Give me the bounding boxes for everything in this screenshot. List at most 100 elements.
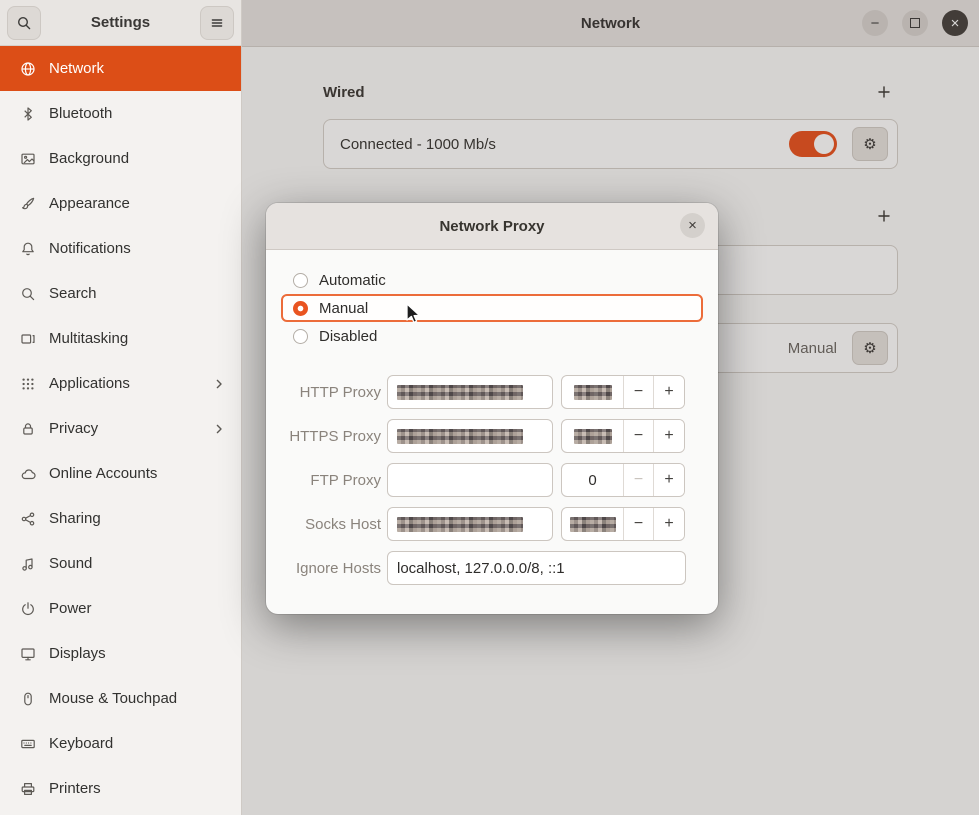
http-port-spinner: − +: [561, 375, 685, 409]
socks-host-label: Socks Host: [281, 516, 381, 533]
proxy-mode-manual[interactable]: Manual: [281, 294, 703, 322]
network-globe-icon: [20, 61, 36, 77]
sidebar-item-label: Appearance: [49, 195, 130, 212]
redacted-value: [574, 385, 612, 400]
https-port-decrement-button[interactable]: −: [624, 420, 654, 452]
socks-port-spinner: − +: [561, 507, 685, 541]
http-proxy-input[interactable]: [387, 375, 553, 409]
printer-icon: [20, 781, 36, 797]
sidebar-item-appearance[interactable]: Appearance: [0, 181, 241, 226]
sidebar-list: Network Bluetooth Background Appearance …: [0, 46, 241, 815]
proxy-mode-automatic[interactable]: Automatic: [281, 266, 703, 294]
ftp-proxy-input[interactable]: [387, 463, 553, 497]
sidebar-item-label: Multitasking: [49, 330, 128, 347]
https-proxy-label: HTTPS Proxy: [281, 428, 381, 445]
sidebar-item-label: Sound: [49, 555, 92, 572]
https-port-value[interactable]: [562, 420, 624, 452]
search-magnifier-icon: [20, 286, 36, 302]
sidebar-item-label: Background: [49, 150, 129, 167]
power-icon: [20, 601, 36, 617]
gnome-settings-window: Settings Network Bluetooth Background Ap…: [0, 0, 979, 815]
socks-port-decrement-button[interactable]: −: [624, 508, 654, 540]
port-value-text: 0: [588, 472, 596, 489]
https-port-increment-button[interactable]: +: [654, 420, 684, 452]
sidebar-item-multitasking[interactable]: Multitasking: [0, 316, 241, 361]
main-pane: Network − × Wired Connected - 1000 Mb/s …: [242, 0, 979, 815]
sidebar-item-displays[interactable]: Displays: [0, 631, 241, 676]
sidebar-item-mouse-touchpad[interactable]: Mouse & Touchpad: [0, 676, 241, 721]
mode-label: Manual: [319, 300, 368, 317]
sidebar-item-label: Power: [49, 600, 92, 617]
socks-host-input[interactable]: [387, 507, 553, 541]
ignore-hosts-input[interactable]: localhost, 127.0.0.0/8, ::1: [387, 551, 686, 585]
sidebar-item-label: Bluetooth: [49, 105, 112, 122]
sidebar-item-printers[interactable]: Printers: [0, 766, 241, 811]
sidebar-item-network[interactable]: Network: [0, 46, 241, 91]
dialog-body: Automatic Manual Disabled HTTP Proxy: [266, 250, 718, 614]
ftp-proxy-row: FTP Proxy 0 − +: [281, 463, 703, 497]
proxy-mode-disabled[interactable]: Disabled: [281, 322, 703, 350]
primary-menu-button[interactable]: [200, 6, 234, 40]
socks-port-value[interactable]: [562, 508, 624, 540]
socks-port-increment-button[interactable]: +: [654, 508, 684, 540]
sidebar-item-label: Online Accounts: [49, 465, 157, 482]
http-proxy-row: HTTP Proxy − +: [281, 375, 703, 409]
sidebar-item-label: Applications: [49, 375, 130, 392]
https-proxy-input[interactable]: [387, 419, 553, 453]
sidebar-item-search[interactable]: Search: [0, 271, 241, 316]
dialog-close-button[interactable]: ×: [680, 213, 705, 238]
sidebar-item-label: Keyboard: [49, 735, 113, 752]
multitasking-windows-icon: [20, 331, 36, 347]
ftp-port-value[interactable]: 0: [562, 464, 624, 496]
close-icon: ×: [688, 218, 697, 233]
keyboard-icon: [20, 736, 36, 752]
sidebar-item-applications[interactable]: Applications: [0, 361, 241, 406]
proxy-form: HTTP Proxy − + HTTPS Proxy −: [281, 375, 703, 585]
appearance-brush-icon: [20, 196, 36, 212]
sidebar-item-label: Notifications: [49, 240, 131, 257]
mode-label: Automatic: [319, 272, 386, 289]
https-port-spinner: − +: [561, 419, 685, 453]
ignore-hosts-value: localhost, 127.0.0.0/8, ::1: [397, 560, 565, 577]
sidebar-item-power[interactable]: Power: [0, 586, 241, 631]
sidebar-item-privacy[interactable]: Privacy: [0, 406, 241, 451]
chevron-right-icon: [211, 376, 227, 392]
sidebar-item-notifications[interactable]: Notifications: [0, 226, 241, 271]
sidebar-item-keyboard[interactable]: Keyboard: [0, 721, 241, 766]
sidebar-item-sound[interactable]: Sound: [0, 541, 241, 586]
sidebar-item-label: Search: [49, 285, 97, 302]
ftp-port-spinner: 0 − +: [561, 463, 685, 497]
sidebar-item-label: Printers: [49, 780, 101, 797]
applications-grid-icon: [20, 376, 36, 392]
ftp-port-decrement-button[interactable]: −: [624, 464, 654, 496]
ftp-proxy-label: FTP Proxy: [281, 472, 381, 489]
radio-unchecked-icon: [293, 329, 308, 344]
http-port-decrement-button[interactable]: −: [624, 376, 654, 408]
sharing-nodes-icon: [20, 511, 36, 527]
sidebar-item-label: Mouse & Touchpad: [49, 690, 177, 707]
ignore-hosts-label: Ignore Hosts: [281, 560, 381, 577]
displays-monitor-icon: [20, 646, 36, 662]
sidebar: Settings Network Bluetooth Background Ap…: [0, 0, 242, 815]
redacted-value: [570, 517, 616, 532]
sidebar-item-bluetooth[interactable]: Bluetooth: [0, 91, 241, 136]
dialog-titlebar[interactable]: Network Proxy ×: [266, 203, 718, 250]
redacted-value: [397, 517, 523, 532]
sidebar-item-sharing[interactable]: Sharing: [0, 496, 241, 541]
redacted-value: [397, 429, 523, 444]
sidebar-item-online-accounts[interactable]: Online Accounts: [0, 451, 241, 496]
sidebar-item-background[interactable]: Background: [0, 136, 241, 181]
socks-host-row: Socks Host − +: [281, 507, 703, 541]
ftp-port-increment-button[interactable]: +: [654, 464, 684, 496]
privacy-lock-icon: [20, 421, 36, 437]
http-port-increment-button[interactable]: +: [654, 376, 684, 408]
redacted-value: [574, 429, 612, 444]
bluetooth-icon: [20, 106, 36, 122]
online-accounts-cloud-icon: [20, 466, 36, 482]
redacted-value: [397, 385, 523, 400]
http-port-value[interactable]: [562, 376, 624, 408]
sidebar-item-label: Displays: [49, 645, 106, 662]
mode-label: Disabled: [319, 328, 377, 345]
sidebar-item-label: Privacy: [49, 420, 98, 437]
search-button[interactable]: [7, 6, 41, 40]
